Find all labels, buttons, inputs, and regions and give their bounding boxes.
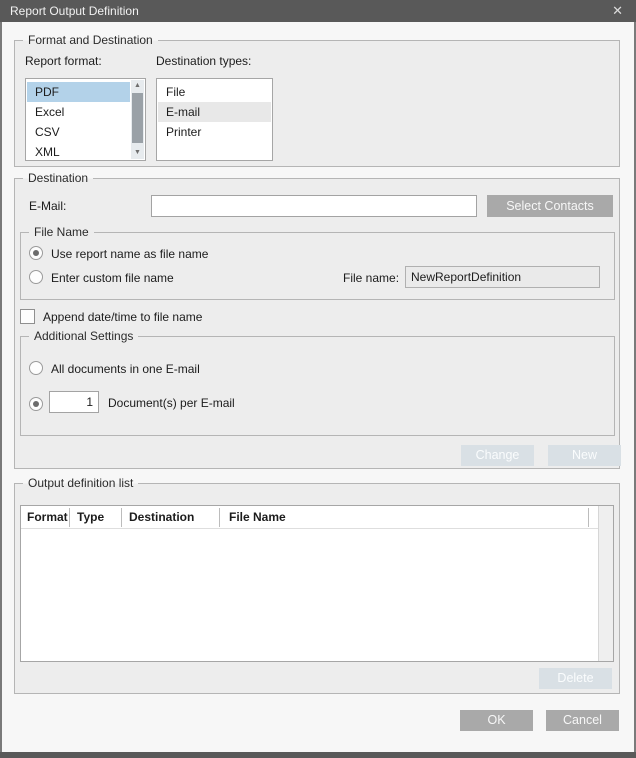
- column-header-destination[interactable]: Destination: [129, 510, 194, 524]
- scroll-up-icon[interactable]: ▲: [131, 80, 144, 92]
- titlebar: Report Output Definition ✕: [0, 0, 636, 22]
- window-bottom-edge: [0, 752, 636, 758]
- table-body-empty: [21, 530, 598, 661]
- column-header-type[interactable]: Type: [77, 510, 104, 524]
- list-item-file[interactable]: File: [158, 82, 271, 102]
- group-format-and-destination: Format and Destination Report format: PD…: [14, 40, 620, 167]
- column-divider: [588, 508, 589, 527]
- report-output-definition-dialog: Report Output Definition ✕ Format and De…: [0, 0, 636, 758]
- radio-use-report-name-label: Use report name as file name: [51, 247, 208, 261]
- new-button[interactable]: New: [548, 445, 621, 466]
- destination-types-list[interactable]: File E-mail Printer: [156, 78, 273, 161]
- scroll-down-icon[interactable]: ▼: [131, 147, 144, 159]
- email-field[interactable]: [151, 195, 477, 217]
- group-destination: Destination E-Mail: Select Contacts File…: [14, 178, 620, 469]
- report-format-list-items: PDF Excel CSV XML: [27, 80, 144, 159]
- report-format-scrollbar[interactable]: ▲ ▼: [131, 80, 144, 159]
- group-format-and-destination-legend: Format and Destination: [23, 33, 158, 48]
- destination-types-list-items: File E-mail Printer: [158, 80, 271, 159]
- report-format-list[interactable]: PDF Excel CSV XML ▲ ▼: [25, 78, 146, 161]
- scrollbar-thumb[interactable]: [132, 93, 143, 143]
- group-destination-legend: Destination: [23, 171, 93, 186]
- append-datetime-checkbox[interactable]: [20, 309, 35, 324]
- output-definition-table[interactable]: Format Type Destination File Name: [20, 505, 614, 662]
- radio-use-report-name[interactable]: [29, 246, 43, 260]
- file-name-label: File name:: [343, 271, 399, 285]
- group-output-definition-list-legend: Output definition list: [23, 476, 138, 491]
- window-title: Report Output Definition: [10, 0, 139, 22]
- group-file-name-legend: File Name: [29, 225, 94, 240]
- column-divider: [219, 508, 220, 527]
- radio-documents-per-email[interactable]: [29, 397, 43, 411]
- group-additional-settings-legend: Additional Settings: [29, 329, 138, 344]
- group-file-name: File Name Use report name as file name E…: [20, 232, 615, 300]
- change-button[interactable]: Change: [461, 445, 534, 466]
- list-item-pdf[interactable]: PDF: [27, 82, 130, 102]
- table-header-row: Format Type Destination File Name: [21, 506, 598, 529]
- group-additional-settings: Additional Settings All documents in one…: [20, 336, 615, 436]
- column-divider: [69, 508, 70, 527]
- ok-button[interactable]: OK: [460, 710, 533, 731]
- list-item-excel[interactable]: Excel: [27, 102, 130, 122]
- report-format-label: Report format:: [25, 54, 102, 68]
- window-left-edge: [0, 22, 2, 758]
- select-contacts-button[interactable]: Select Contacts: [487, 195, 613, 217]
- column-header-format[interactable]: Format: [27, 510, 68, 524]
- destination-types-label: Destination types:: [156, 54, 251, 68]
- close-icon[interactable]: ✕: [612, 0, 623, 22]
- radio-custom-name-label: Enter custom file name: [51, 271, 174, 285]
- radio-custom-name[interactable]: [29, 270, 43, 284]
- cancel-button[interactable]: Cancel: [546, 710, 619, 731]
- radio-all-in-one-email-label: All documents in one E-mail: [51, 362, 200, 376]
- email-label: E-Mail:: [29, 199, 66, 213]
- radio-all-in-one-email[interactable]: [29, 361, 43, 375]
- table-scrollbar-gutter: [598, 506, 613, 661]
- delete-button[interactable]: Delete: [539, 668, 612, 689]
- documents-per-email-field[interactable]: [49, 391, 99, 413]
- documents-per-email-label: Document(s) per E-mail: [108, 396, 235, 410]
- file-name-field[interactable]: [405, 266, 600, 288]
- list-item-csv[interactable]: CSV: [27, 122, 130, 142]
- append-datetime-label: Append date/time to file name: [43, 310, 202, 324]
- column-divider: [121, 508, 122, 527]
- list-item-xml[interactable]: XML: [27, 142, 130, 162]
- list-item-printer[interactable]: Printer: [158, 122, 271, 142]
- list-item-email[interactable]: E-mail: [158, 102, 271, 122]
- group-output-definition-list: Output definition list Format Type Desti…: [14, 483, 620, 694]
- column-header-file-name[interactable]: File Name: [229, 510, 286, 524]
